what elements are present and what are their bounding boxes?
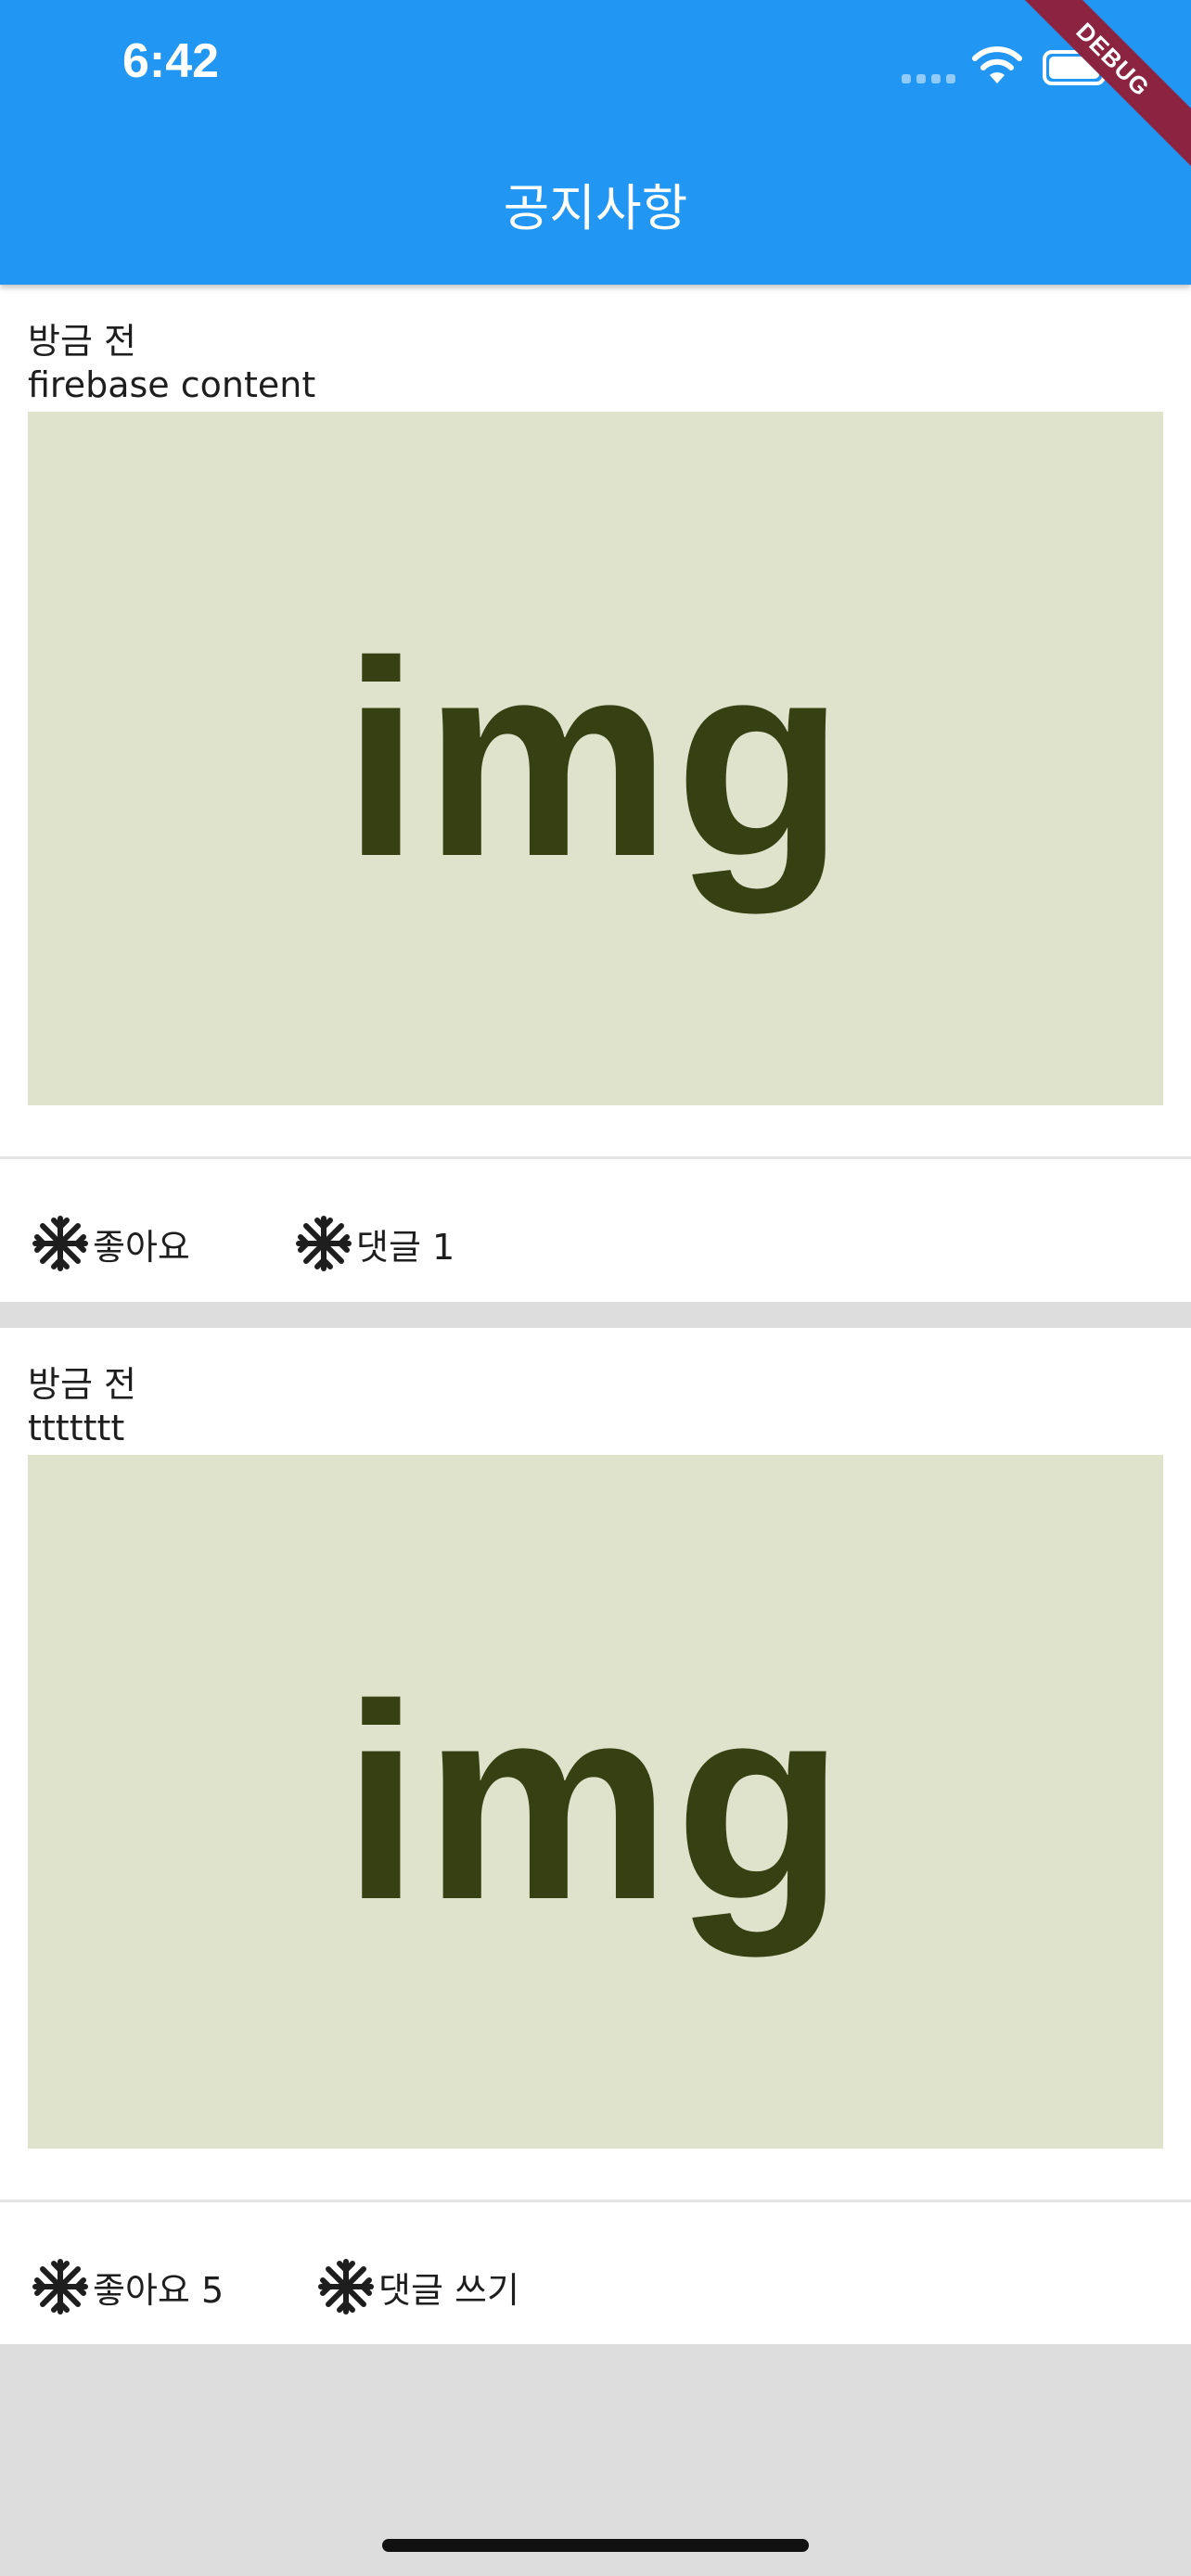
comment-label: 댓글 1 xyxy=(356,1226,455,1268)
post-content: firebase content xyxy=(28,364,316,405)
like-label: 좋아요 5 xyxy=(93,2269,224,2311)
signal-icon xyxy=(902,74,955,83)
snowflake-icon xyxy=(32,2259,88,2315)
home-indicator[interactable] xyxy=(382,2539,809,2552)
divider xyxy=(0,2200,1191,2202)
snowflake-icon xyxy=(296,1216,352,1271)
status-time: 6:42 xyxy=(122,34,220,88)
like-button[interactable]: 좋아요 5 xyxy=(32,2254,224,2319)
page-title: 공지사항 xyxy=(503,179,688,237)
post-time: 방금 전 xyxy=(28,321,136,362)
comment-label: 댓글 쓰기 xyxy=(378,2269,519,2311)
like-button[interactable]: 좋아요 xyxy=(32,1211,190,1276)
snowflake-icon xyxy=(32,1216,88,1271)
comment-button[interactable]: 댓글 1 xyxy=(295,1211,455,1276)
post-image[interactable]: img xyxy=(28,412,1163,1105)
post-content: ttttttt xyxy=(28,1408,125,1448)
wifi-icon xyxy=(972,46,1022,83)
image-placeholder-text: img xyxy=(342,1646,849,1958)
divider xyxy=(0,1156,1191,1159)
like-label: 좋아요 xyxy=(93,1226,190,1268)
snowflake-icon xyxy=(318,2259,374,2315)
app-bar: 6:42 공지사항 xyxy=(0,0,1191,285)
post-time: 방금 전 xyxy=(28,1364,136,1405)
comment-button[interactable]: 댓글 쓰기 xyxy=(317,2254,519,2319)
post-card: 방금 전 firebase content img 좋아요 댓글 1 xyxy=(0,285,1191,1302)
debug-banner: DEBUG xyxy=(1024,0,1191,167)
post-card: 방금 전 ttttttt img 좋아요 5 댓글 쓰기 xyxy=(0,1328,1191,2344)
post-image[interactable]: img xyxy=(28,1455,1163,2149)
debug-label: DEBUG xyxy=(1024,0,1191,167)
image-placeholder-text: img xyxy=(342,603,849,914)
